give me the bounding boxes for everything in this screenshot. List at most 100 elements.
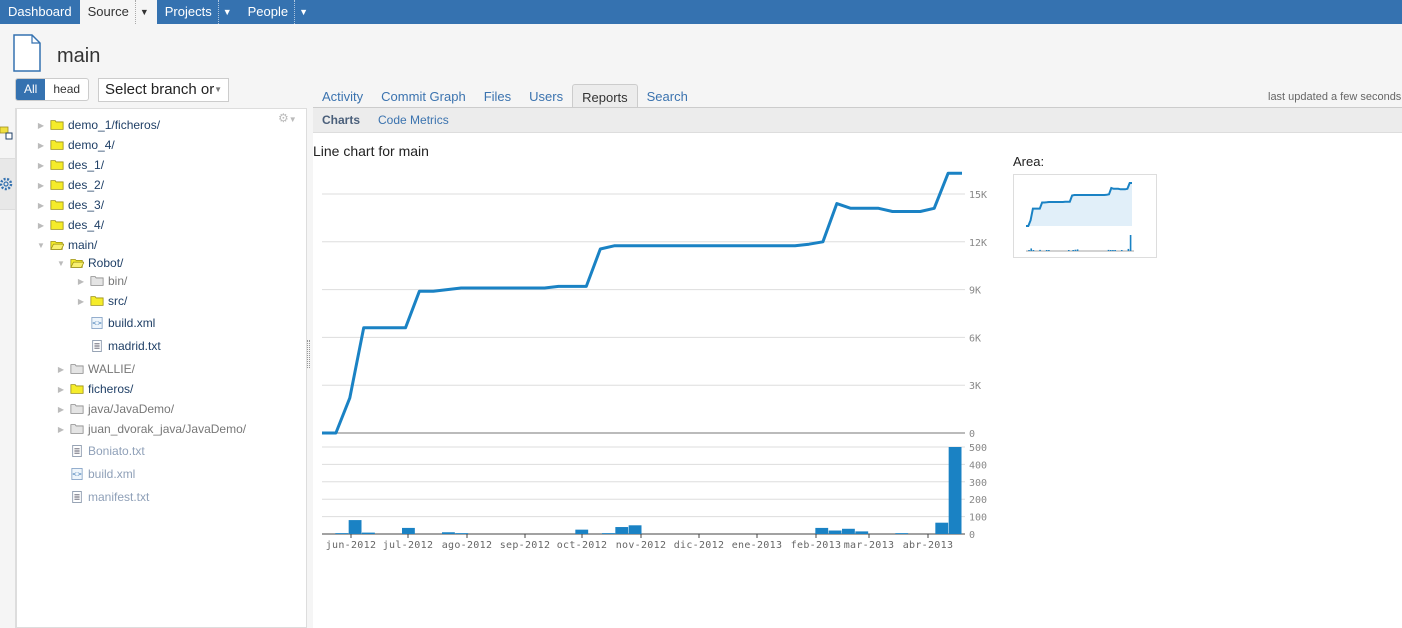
bar-y-tick-label: 0	[969, 530, 975, 541]
tree-item-label: main/	[68, 238, 98, 252]
tree-folder-item[interactable]: ▶ demo_4/	[36, 136, 115, 154]
expand-arrow-icon[interactable]: ▶	[36, 121, 46, 130]
tree-item-label: WALLIE/	[88, 362, 135, 376]
tree-folder-item[interactable]: ▼ Robot/	[56, 254, 123, 272]
tree-file-item[interactable]: <> build.xml	[56, 465, 135, 483]
expand-arrow-icon[interactable]: ▶	[36, 141, 46, 150]
tree-folder-item[interactable]: ▶ des_2/	[36, 176, 104, 194]
bar	[828, 530, 842, 534]
tree-file-item[interactable]: manifest.txt	[56, 488, 149, 506]
folder-icon	[90, 295, 108, 307]
tree-folder-item[interactable]: ▶ bin/	[76, 272, 127, 290]
folder-icon	[50, 199, 68, 211]
bar	[628, 525, 642, 534]
folder-icon	[50, 139, 68, 151]
tree-folder-item[interactable]: ▶ demo_1/ficheros/	[36, 116, 160, 134]
folder-icon	[50, 159, 68, 171]
nav-projects[interactable]: Projects ▼	[157, 0, 240, 24]
y-tick-label: 12K	[969, 238, 987, 249]
folder-icon	[50, 219, 68, 231]
branch-tree-icon[interactable]	[0, 124, 16, 142]
area-bar	[1048, 250, 1050, 251]
all-button[interactable]: All	[16, 79, 46, 100]
head-button[interactable]: head	[45, 79, 88, 100]
x-tick-label: sep-2012	[500, 540, 551, 551]
x-tick-label: jun-2012	[326, 540, 377, 551]
tree-folder-item[interactable]: ▶ des_1/	[36, 156, 104, 174]
expand-arrow-icon[interactable]: ▶	[56, 385, 66, 394]
tree-folder-item[interactable]: ▶ des_4/	[36, 216, 104, 234]
chevron-down-icon[interactable]: ▼	[134, 0, 149, 24]
report-tabs: Activity Commit Graph Files Users Reports Sea…	[313, 84, 697, 109]
expand-arrow-icon[interactable]: ▶	[56, 405, 66, 414]
tree-item-label: des_2/	[68, 178, 105, 192]
gear-icon: ⚙	[278, 111, 289, 125]
area-bar	[1114, 250, 1116, 251]
expand-arrow-icon[interactable]: ▶	[56, 365, 66, 374]
tree-folder-item[interactable]: ▼ main/	[36, 236, 97, 254]
tree-folder-item[interactable]: ▶ src/	[76, 292, 127, 310]
area-bar	[1028, 250, 1030, 251]
collapse-arrow-icon[interactable]: ▼	[36, 241, 46, 250]
area-bar	[1076, 249, 1079, 251]
bar	[402, 527, 415, 534]
y-tick-label: 3K	[969, 381, 981, 392]
tree-settings-button[interactable]: ⚙▼	[278, 111, 297, 125]
expand-arrow-icon[interactable]: ▶	[76, 277, 86, 286]
tree-folder-item[interactable]: ▶ java/JavaDemo/	[56, 400, 174, 418]
bar	[362, 532, 375, 534]
area-bar	[1120, 250, 1123, 251]
tab-activity[interactable]: Activity	[313, 84, 372, 108]
subtab-charts[interactable]: Charts	[313, 113, 369, 127]
bar-y-tick-label: 200	[969, 495, 987, 506]
panel-splitter[interactable]	[307, 340, 310, 368]
tree-folder-item[interactable]: ▶ ficheros/	[56, 380, 133, 398]
nav-label: Projects	[164, 4, 212, 19]
y-tick-label: 15K	[969, 190, 987, 201]
area-label: Area:	[1013, 154, 1045, 169]
tab-reports[interactable]: Reports	[572, 84, 638, 109]
settings-tool[interactable]	[0, 158, 15, 210]
tree-folder-item[interactable]: ▶ WALLIE/	[56, 360, 135, 378]
tab-commit-graph[interactable]: Commit Graph	[372, 84, 475, 108]
chevron-down-icon[interactable]: ▼	[294, 0, 308, 24]
area-overview-chart[interactable]	[1013, 174, 1157, 258]
bar	[335, 533, 349, 534]
collapse-arrow-icon[interactable]: ▼	[56, 259, 66, 268]
tree-item-label: juan_dvorak_java/JavaDemo/	[88, 422, 247, 436]
text-file-icon	[90, 340, 108, 352]
bar	[442, 532, 455, 534]
folder-icon	[70, 383, 88, 395]
tab-files[interactable]: Files	[475, 84, 520, 108]
expand-arrow-icon[interactable]: ▶	[36, 201, 46, 210]
nav-dashboard[interactable]: Dashboard	[0, 0, 80, 24]
folder-icon	[70, 403, 88, 415]
branch-select[interactable]: Select branch or ▼	[98, 78, 229, 102]
expand-arrow-icon[interactable]: ▶	[76, 297, 86, 306]
area-bar	[1067, 250, 1070, 251]
expand-arrow-icon[interactable]: ▶	[36, 221, 46, 230]
expand-arrow-icon[interactable]: ▶	[56, 425, 66, 434]
tree-file-item[interactable]: madrid.txt	[76, 337, 161, 355]
nav-people[interactable]: People ▼	[240, 0, 316, 24]
tree-file-item[interactable]: Boniato.txt	[56, 442, 145, 460]
bar	[842, 528, 855, 534]
subtab-code-metrics[interactable]: Code Metrics	[369, 113, 458, 127]
expand-arrow-icon[interactable]: ▶	[36, 161, 46, 170]
tree-folder-item[interactable]: ▶ juan_dvorak_java/JavaDemo/	[56, 420, 246, 438]
area-bar	[1112, 250, 1114, 251]
tree-item-label: demo_4/	[68, 138, 115, 152]
area-bar	[1039, 249, 1041, 251]
tree-file-item[interactable]: <> build.xml	[76, 314, 155, 332]
x-tick-label: ene-2013	[732, 540, 783, 551]
page-title: main	[57, 45, 101, 67]
tree-folder-item[interactable]: ▶ des_3/	[36, 196, 104, 214]
y-tick-label: 6K	[969, 333, 981, 344]
expand-arrow-icon[interactable]: ▶	[36, 181, 46, 190]
tab-users[interactable]: Users	[520, 84, 572, 108]
tab-search[interactable]: Search	[638, 84, 697, 108]
nav-source[interactable]: Source ▼	[79, 0, 157, 24]
document-icon	[13, 34, 41, 72]
chart-title: Line chart for main	[313, 143, 429, 159]
chevron-down-icon[interactable]: ▼	[217, 0, 232, 24]
